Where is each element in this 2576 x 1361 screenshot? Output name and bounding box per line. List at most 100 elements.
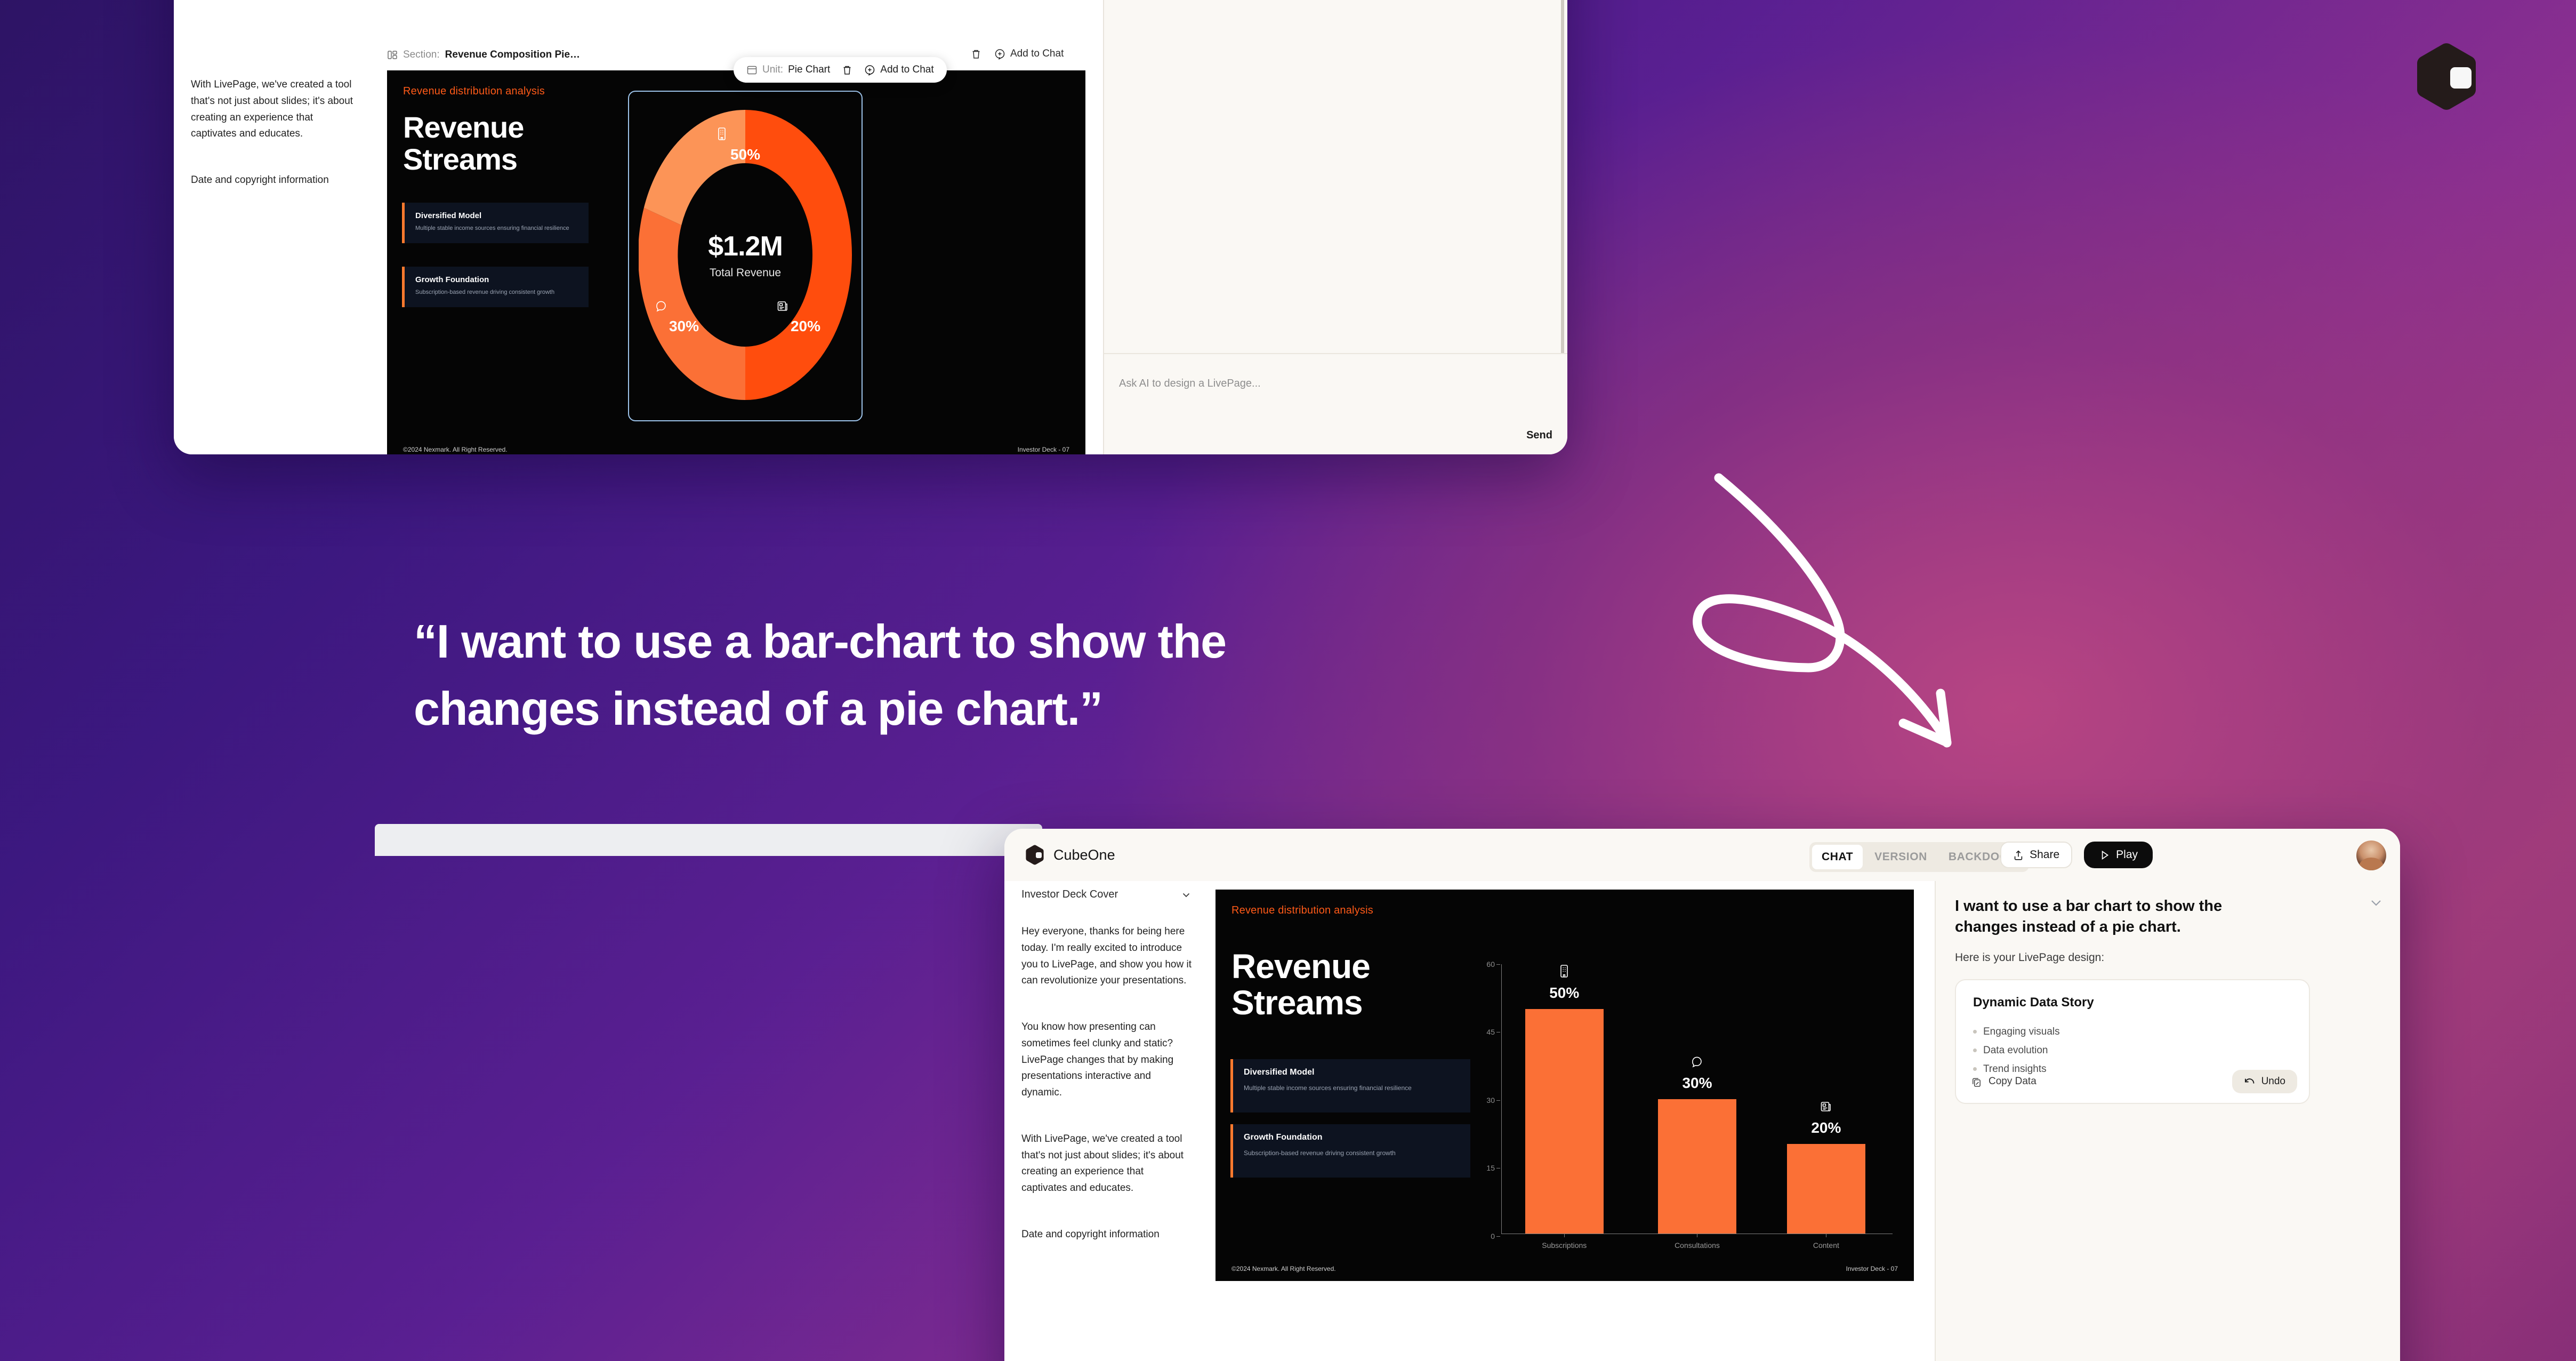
top-doc-text: With LivePage, we've created a tool that… (191, 77, 361, 189)
building-icon (1558, 964, 1570, 978)
unit-toolbar: Unit: Pie Chart Add to Chat (734, 57, 947, 83)
newspaper-icon (1820, 1100, 1832, 1113)
undo-label: Undo (2261, 1076, 2285, 1087)
chat-composer[interactable]: Ask AI to design a LivePage... Send (1104, 353, 1567, 454)
y-tick-45: 45 (1486, 1028, 1500, 1037)
slide-card: Growth Foundation Subscription-based rev… (1230, 1124, 1470, 1178)
slide-footer: ©2024 Nexmark. All Right Reserved. Inves… (1231, 1265, 1898, 1272)
play-triangle-icon (2099, 850, 2110, 861)
slide-title-line2: Streams (403, 142, 518, 176)
design-card-footer: Copy Data Undo (1971, 1070, 2297, 1093)
top-chat-pane: Copy Data Undo (1103, 0, 1567, 454)
chevron-down-icon (1180, 889, 1192, 901)
unit-label: Unit: (762, 64, 784, 75)
donut-chart[interactable]: $1.2M Total Revenue 50% 30% 20% (639, 103, 852, 406)
play-button[interactable]: Play (2084, 842, 2153, 868)
slide-deck-number: Investor Deck - 07 (1846, 1265, 1898, 1272)
trash-icon (971, 49, 981, 60)
x-label-subscriptions: Subscriptions (1542, 1241, 1587, 1250)
bar-consultations[interactable] (1658, 1099, 1736, 1234)
bullet-dot-icon (1973, 1048, 1977, 1052)
add-to-chat-button[interactable]: Add to Chat (994, 48, 1064, 60)
card-desc: Subscription-based revenue driving consi… (1244, 1149, 1396, 1157)
bullet-dot-icon (1973, 1030, 1977, 1034)
bar-column-content[interactable]: 20% Content (1787, 964, 1865, 1250)
share-button[interactable]: Share (2000, 842, 2073, 868)
top-slide-preview[interactable]: Revenue distribution analysis Revenue St… (387, 70, 1085, 454)
card-title: Growth Foundation (415, 275, 489, 284)
bar-value-label: 50% (1549, 984, 1580, 1002)
send-button[interactable]: Send (1526, 429, 1552, 442)
avatar[interactable] (2356, 840, 2386, 870)
top-app-window: With LivePage, we've created a tool that… (174, 0, 1567, 454)
chat-input-placeholder[interactable]: Ask AI to design a LivePage... (1119, 378, 1261, 390)
bottom-chat-pane: I want to use a bar chart to show the ch… (1935, 881, 2400, 1361)
slide-deck-number: Investor Deck - 07 (1017, 446, 1069, 453)
deck-section-select[interactable]: Investor Deck Cover (1021, 888, 1192, 901)
card-desc: Multiple stable income sources ensuring … (415, 225, 569, 231)
slide-kicker: Revenue distribution analysis (403, 85, 545, 97)
slide-card: Diversified Model Multiple stable income… (1230, 1059, 1470, 1112)
add-to-chat-label: Add to Chat (880, 64, 934, 75)
copy-data-label: Copy Data (1989, 1076, 2036, 1087)
tab-version[interactable]: VERSION (1865, 845, 1937, 869)
message-plus-icon (864, 65, 875, 76)
panel-icon (746, 65, 758, 76)
message-icon (1690, 1055, 1703, 1068)
paragraph: Date and copyright information (191, 174, 329, 186)
unit-type-selector[interactable]: Unit: Pie Chart (746, 64, 830, 76)
slide-kicker: Revenue distribution analysis (1231, 904, 1373, 916)
livepage-design-card: Dynamic Data Story Engaging visuals Data… (1955, 979, 2310, 1104)
slide-copyright: ©2024 Nexmark. All Right Reserved. (403, 446, 508, 453)
list-item: Engaging visuals (1973, 1026, 2060, 1038)
poster-canvas: With LivePage, we've created a tool that… (0, 0, 2576, 1361)
delete-unit-button[interactable] (842, 65, 852, 76)
bar-column-subscriptions[interactable]: 50% Subscriptions (1525, 964, 1604, 1250)
chat-scrollbar[interactable] (1561, 0, 1564, 354)
slide-footer: ©2024 Nexmark. All Right Reserved. Inves… (403, 446, 1069, 453)
chevron-down-icon[interactable] (2369, 898, 2383, 908)
card-desc: Multiple stable income sources ensuring … (1244, 1084, 1412, 1092)
assistant-intro: Here is your LivePage design: (1955, 951, 2105, 964)
bullet-label: Data evolution (1983, 1045, 2048, 1056)
user-message: I want to use a bar chart to show the ch… (1955, 898, 2223, 936)
delete-section-button[interactable] (971, 49, 981, 60)
header-actions: Share Play (2000, 829, 2166, 881)
bar-content[interactable] (1787, 1143, 1865, 1234)
copy-data-button[interactable]: Copy Data (1971, 1076, 2036, 1087)
paragraph: Hey everyone, thanks for being here toda… (1021, 926, 1192, 987)
undo-button[interactable]: Undo (2232, 1070, 2297, 1093)
add-unit-to-chat-button[interactable]: Add to Chat (864, 64, 934, 76)
bottom-app-window: CubeOne CHAT VERSION BACKDOOR Share Play… (1004, 829, 2400, 1361)
cube-logo-icon (2415, 43, 2478, 111)
message-plus-icon (994, 49, 1005, 60)
plot-area: 50% Subscriptions 30% Consultations 20% … (1501, 964, 1893, 1250)
stacked-sheet-edge (375, 824, 1042, 856)
copy-icon (1971, 1076, 1982, 1087)
y-tick-30: 30 (1486, 1095, 1500, 1104)
bullet-label: Engaging visuals (1983, 1026, 2060, 1037)
bottom-slide-preview[interactable]: Revenue distribution analysis Revenue St… (1215, 890, 1914, 1281)
bar-subscriptions[interactable] (1525, 1009, 1604, 1234)
unit-value: Pie Chart (788, 64, 831, 75)
undo-arrow-icon (2244, 1077, 2255, 1087)
bar-value-label: 30% (1682, 1074, 1712, 1091)
list-item: Data evolution (1973, 1045, 2060, 1056)
bar-column-consultations[interactable]: 30% Consultations (1658, 964, 1736, 1250)
bottom-window-header: CubeOne CHAT VERSION BACKDOOR Share Play (1004, 829, 2400, 881)
slide-title-line1: Revenue (403, 110, 524, 144)
slide-card: Diversified Model Multiple stable income… (402, 203, 589, 243)
brand: CubeOne (1026, 845, 1115, 865)
section-label: Section: (403, 49, 440, 60)
bar-chart[interactable]: 60 45 30 15 0 50% Subscriptions 30% Cons… (1471, 960, 1893, 1252)
slide-card: Growth Foundation Subscription-based rev… (402, 267, 589, 307)
paragraph: With LivePage, we've created a tool that… (1021, 1133, 1184, 1194)
layout-panel-icon (387, 50, 398, 60)
hero-quote: “I want to use a bar-chart to show the c… (414, 615, 1227, 735)
slide-copyright: ©2024 Nexmark. All Right Reserved. (1231, 1265, 1336, 1272)
tab-chat[interactable]: CHAT (1812, 845, 1863, 869)
share-label: Share (2030, 848, 2060, 861)
play-label: Play (2116, 848, 2138, 861)
deck-select-value: Investor Deck Cover (1021, 888, 1118, 900)
bottom-document-pane: Investor Deck Cover Hey everyone, thanks… (1004, 881, 1935, 1361)
